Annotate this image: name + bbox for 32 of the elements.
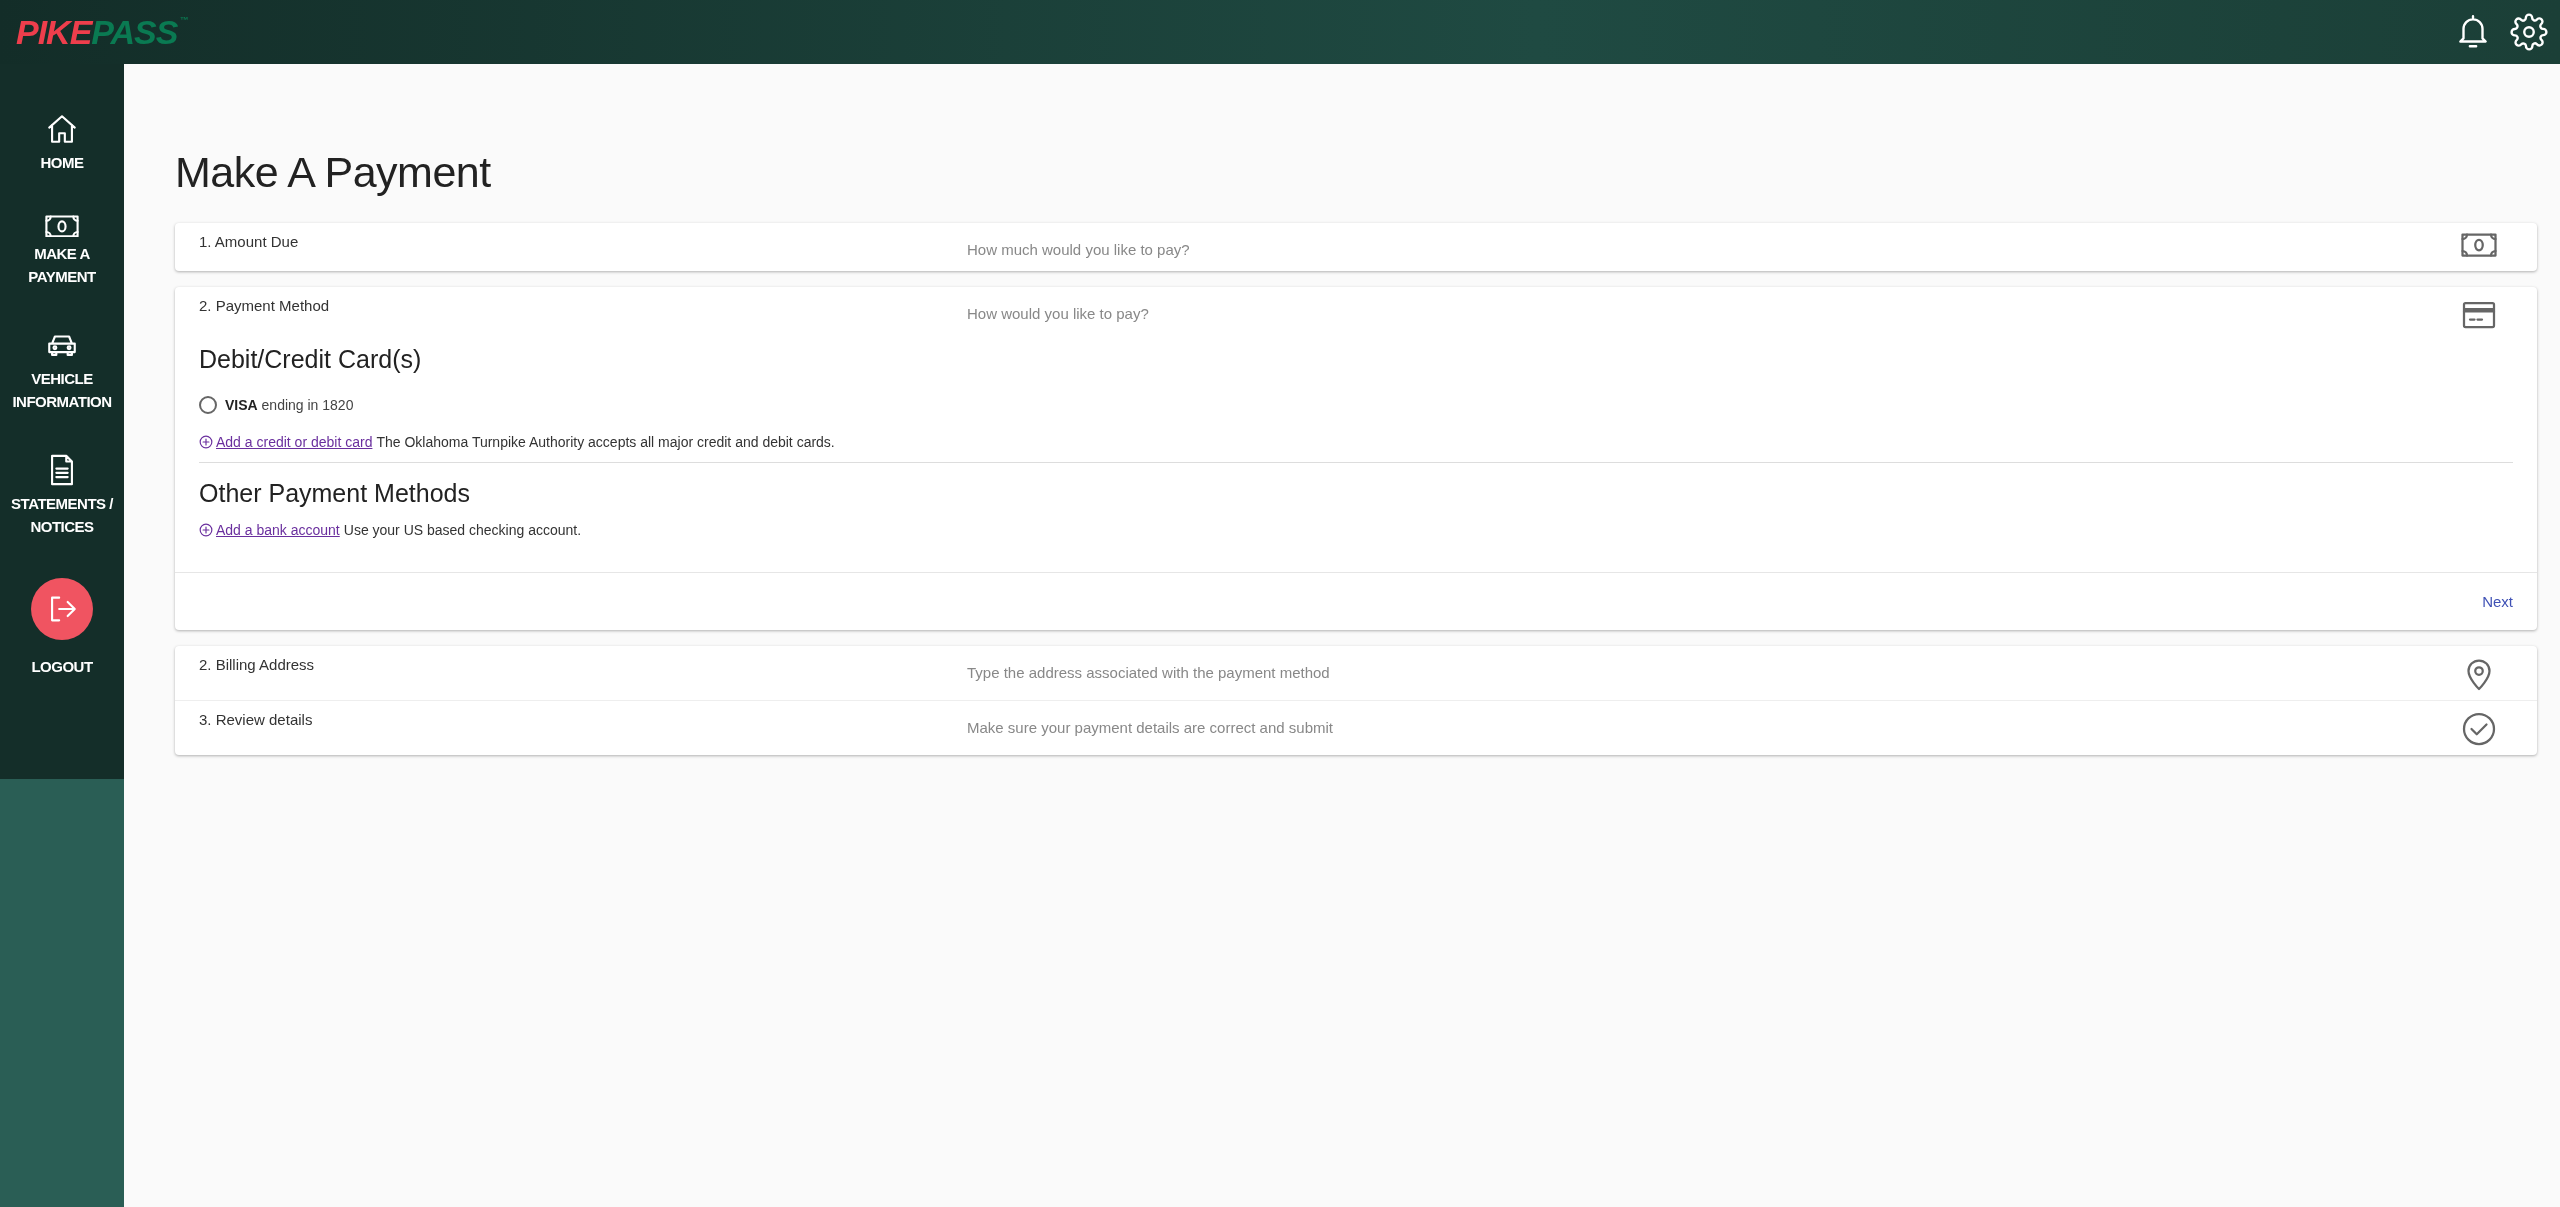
home-icon bbox=[45, 112, 79, 146]
step-title: 1. Amount Due bbox=[199, 233, 300, 252]
sidebar-item[interactable]: LOGOUT bbox=[7, 578, 117, 679]
step-title: 2. Billing Address bbox=[199, 656, 316, 675]
sidebar-item[interactable]: STATEMENTS / NOTICES bbox=[7, 453, 117, 539]
next-button[interactable]: Next bbox=[2482, 593, 2513, 610]
card-label: VISA ending in 1820 bbox=[225, 397, 354, 413]
bank-note: Use your US based checking account. bbox=[343, 522, 582, 538]
logo[interactable]: PIKEPASS™ bbox=[16, 12, 188, 52]
section-heading: Other Payment Methods bbox=[199, 479, 471, 508]
settings-button[interactable] bbox=[2510, 13, 2548, 51]
check-circle-icon bbox=[2461, 711, 2497, 747]
step-hint: Type the address associated with the payment method bbox=[967, 664, 1331, 683]
add-bank-link[interactable]: Add a bank account bbox=[199, 522, 340, 538]
radio-button[interactable] bbox=[199, 396, 217, 414]
step-title: 3. Review details bbox=[199, 711, 314, 730]
sidebar-item[interactable]: VEHICLE INFORMATION bbox=[7, 328, 117, 414]
page-title: Make A Payment bbox=[175, 148, 492, 197]
banknote-icon bbox=[2461, 233, 2497, 258]
banknote-icon bbox=[45, 214, 79, 238]
step-hint: How would you like to pay? bbox=[967, 305, 1150, 324]
settings-icon bbox=[2510, 13, 2548, 51]
card-note: The Oklahoma Turnpike Authority accepts all major credit and debit cards. bbox=[376, 434, 835, 450]
sidebar-item[interactable]: HOME bbox=[7, 112, 117, 175]
add-circle-icon bbox=[199, 523, 213, 537]
step-hint: How much would you like to pay? bbox=[967, 241, 1191, 260]
sidebar-item[interactable]: MAKE A PAYMENT bbox=[7, 214, 117, 289]
add-circle-icon bbox=[199, 435, 213, 449]
section-heading: Debit/Credit Card(s) bbox=[199, 345, 423, 374]
add-card-link[interactable]: Add a credit or debit card bbox=[199, 434, 373, 450]
step-title: 2. Payment Method bbox=[199, 297, 331, 316]
step-hint: Make sure your payment details are correct and submit bbox=[967, 719, 1334, 738]
